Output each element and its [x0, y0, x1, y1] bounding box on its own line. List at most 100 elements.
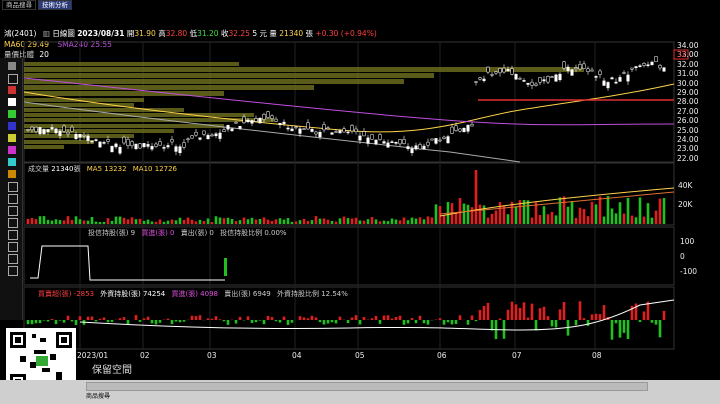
- volume-bar: [526, 200, 530, 224]
- foreign-bar: [206, 318, 210, 320]
- candle-body: [62, 125, 66, 132]
- volume-bar: [130, 217, 134, 224]
- candle-body: [402, 139, 406, 145]
- foreign-bar: [54, 320, 58, 325]
- candle-body: [418, 144, 422, 150]
- foreign-bar: [234, 320, 238, 324]
- volume-bar: [658, 198, 662, 224]
- candle-body: [458, 128, 462, 132]
- candle-body: [226, 124, 230, 130]
- candle-body: [38, 127, 42, 135]
- volume-bar: [394, 219, 398, 224]
- volume-bar: [26, 218, 30, 224]
- candle-body: [454, 125, 458, 131]
- candle-body: [486, 66, 490, 73]
- foreign-bar: [402, 320, 406, 325]
- volume-bar: [90, 217, 94, 224]
- price-axis-tick: 23.00: [677, 144, 699, 154]
- candle-body: [210, 134, 214, 137]
- foreign-bar: [442, 320, 446, 325]
- candle-body: [298, 128, 302, 134]
- volume-bar: [610, 208, 614, 224]
- candle-body: [570, 69, 574, 76]
- candle-body: [498, 68, 502, 74]
- foreign-bar: [578, 301, 582, 320]
- status-label[interactable]: 商品搜尋: [86, 391, 110, 400]
- foreign-bar: [166, 318, 170, 320]
- volume-bar: [590, 201, 594, 224]
- volume-ma10: MA10 12726: [132, 165, 177, 173]
- candle-body: [146, 144, 150, 147]
- volume-bar: [126, 219, 130, 224]
- foreign-bar: [486, 302, 490, 320]
- volume-bar: [114, 216, 118, 224]
- volume-bar: [62, 220, 66, 224]
- foreign-bar: [94, 320, 98, 322]
- candle-body: [658, 64, 662, 69]
- volume-bar: [390, 218, 394, 224]
- candle-body: [434, 138, 438, 144]
- foreign-bar: [406, 320, 410, 324]
- foreign-bar: [334, 320, 338, 324]
- volume-bar: [406, 220, 410, 224]
- candle-body: [378, 134, 382, 140]
- candle-body: [166, 145, 170, 148]
- candle-body: [638, 65, 642, 67]
- candle-body: [594, 76, 598, 78]
- foreign-bar: [582, 318, 586, 320]
- price-axis-tick: 29.00: [677, 88, 699, 97]
- volume-bar: [30, 218, 34, 224]
- volume-bar: [606, 196, 610, 224]
- foreign-bar: [638, 320, 642, 323]
- candle-body: [230, 128, 234, 132]
- candle-body: [606, 82, 610, 89]
- candle-body: [518, 77, 522, 80]
- foreign-bar: [390, 318, 394, 320]
- candle-body: [242, 116, 246, 124]
- candle-body: [626, 74, 630, 82]
- candle-body: [130, 141, 134, 147]
- foreign-bar: [614, 320, 618, 324]
- candle-body: [174, 146, 178, 152]
- candle-body: [522, 80, 526, 82]
- volume-bar: [106, 218, 110, 224]
- foreign-bar: [118, 318, 122, 320]
- volume-bar: [646, 203, 650, 224]
- volume-bar: [418, 217, 422, 224]
- foreign-bar: [198, 315, 202, 320]
- volume-bar: [134, 219, 138, 224]
- foreign-bar: [374, 315, 378, 320]
- volume-bar: [318, 218, 322, 224]
- candle-body: [214, 133, 218, 137]
- volume-bar: [546, 214, 550, 224]
- volume-axis-20k: 20K: [678, 200, 693, 209]
- candle-body: [46, 129, 50, 132]
- candle-body: [30, 126, 34, 131]
- foreign-bar: [66, 315, 70, 320]
- foreign-bar: [438, 318, 442, 320]
- foreign-bar: [506, 309, 510, 320]
- foreign-bar: [246, 316, 250, 320]
- foreign-bar: [302, 317, 306, 320]
- volume-bar: [234, 221, 238, 224]
- candle-body: [354, 128, 358, 132]
- volume-bar: [238, 220, 242, 224]
- foreign-bar: [138, 320, 142, 322]
- candle-body: [190, 135, 194, 139]
- candle-body: [530, 81, 534, 86]
- volume-bar: [194, 221, 198, 224]
- chip-header: 投信持股(張) 9 買進(張) 0 賣出(張) 0 投信持股比例 0.00%: [28, 228, 287, 238]
- volume-bar: [466, 204, 470, 224]
- price-axis-tick: 25.00: [677, 125, 699, 135]
- candle-body: [646, 64, 650, 66]
- volume-bar: [562, 196, 566, 224]
- candle-body: [58, 130, 62, 136]
- volume-bar: [442, 214, 446, 224]
- foreign-bar: [498, 318, 502, 320]
- foreign-bar: [326, 320, 330, 324]
- volume-bar: [478, 204, 482, 224]
- candle-body: [178, 146, 182, 154]
- candle-body: [470, 124, 474, 127]
- volume-bar: [278, 218, 282, 224]
- volume-bar: [622, 213, 626, 224]
